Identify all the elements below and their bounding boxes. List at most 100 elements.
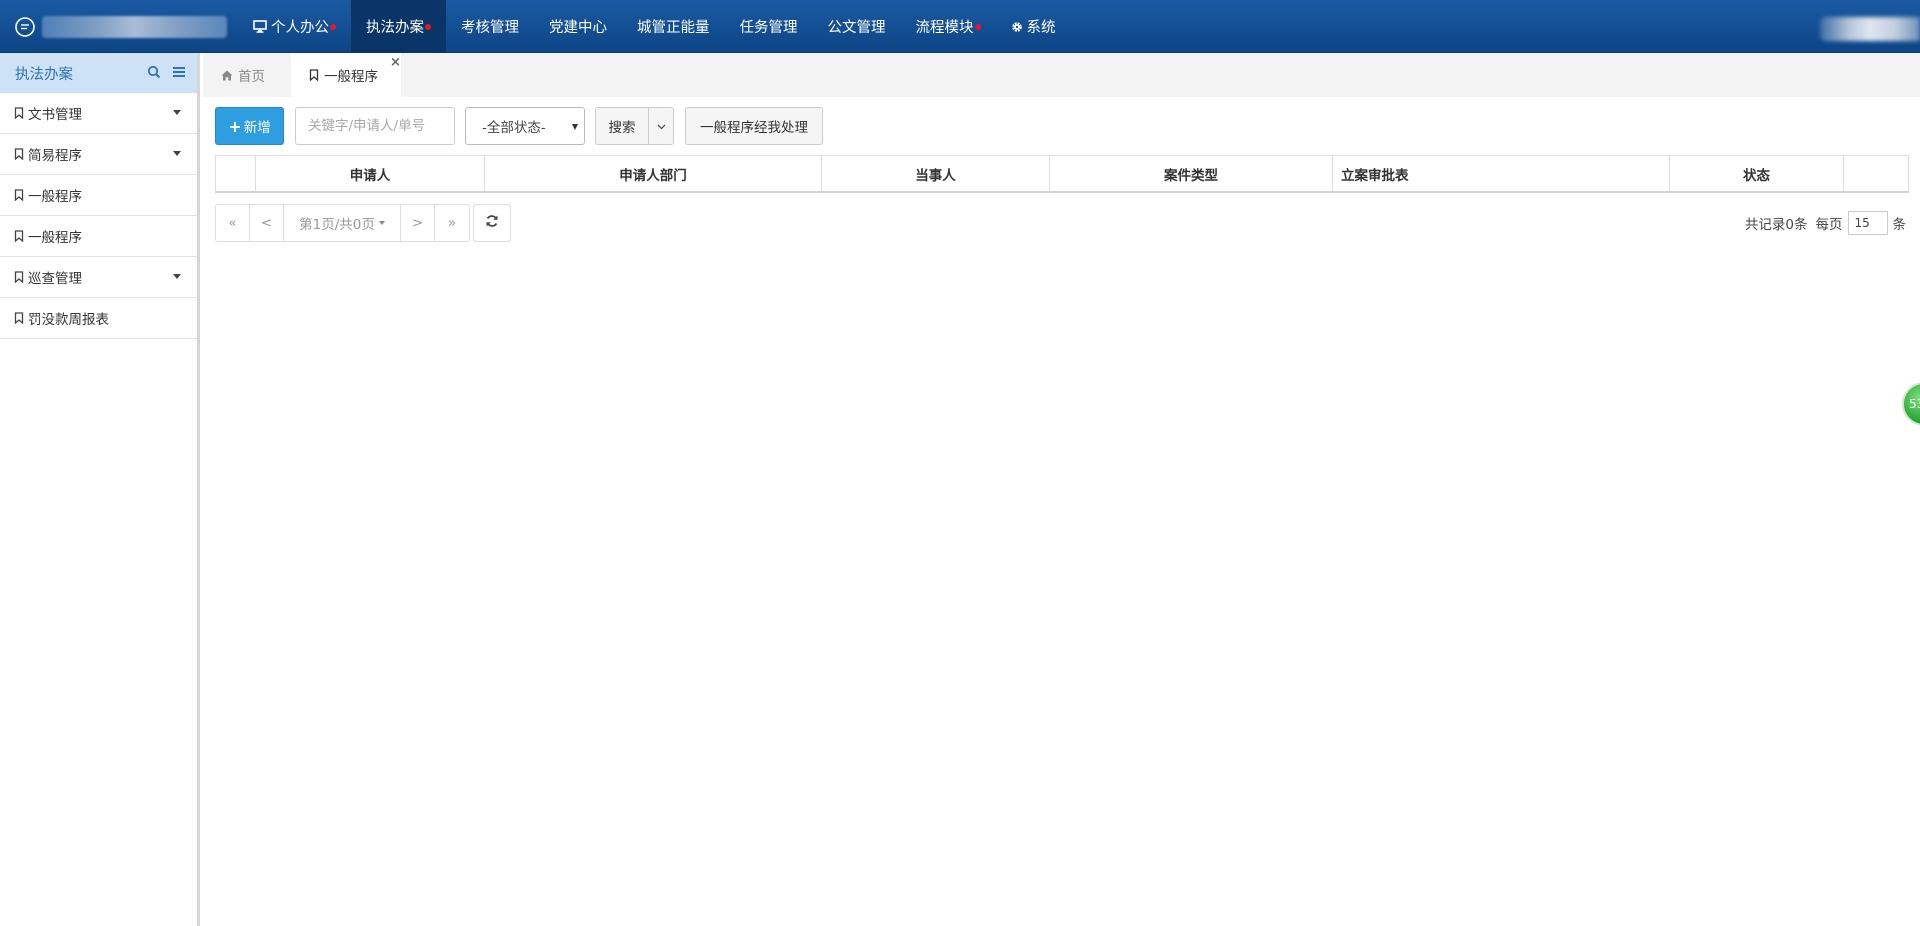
nav-item-law-enforcement[interactable]: 执法办案 <box>351 0 446 53</box>
bookmark-icon <box>14 312 24 324</box>
nav-item-system[interactable]: 系统 <box>996 0 1071 53</box>
search-options-dropdown[interactable] <box>648 107 674 145</box>
nav-item-workflow[interactable]: 流程模块 <box>901 0 996 53</box>
nav-item-personal-office[interactable]: 个人办公 <box>238 0 351 53</box>
column-actions <box>1844 156 1908 191</box>
column-status[interactable]: 状态 <box>1670 156 1844 191</box>
handled-by-me-label: 一般程序经我处理 <box>700 120 808 136</box>
per-page-unit: 条 <box>1892 217 1907 233</box>
sidebar: 执法办案 文书管理 简易程序 一般程序 一般程序 巡查管理 罚没款周报表 <box>0 53 200 926</box>
last-page-button[interactable]: » <box>435 205 469 241</box>
caret-down-icon <box>173 151 181 156</box>
sidebar-item-fine-weekly-report[interactable]: 罚没款周报表 <box>0 298 197 339</box>
sidebar-item-document-management[interactable]: 文书管理 <box>0 93 197 134</box>
main-nav: 个人办公 执法办案 考核管理 党建中心 城管正能量 任务管理 公文管理 流程模块… <box>238 0 1071 53</box>
nav-item-label: 执法办案 <box>366 20 424 36</box>
page-size-input[interactable] <box>1847 211 1888 235</box>
nav-item-label: 系统 <box>1026 20 1056 36</box>
nav-item-document-management[interactable]: 公文管理 <box>813 0 901 53</box>
refresh-button[interactable] <box>473 204 511 242</box>
sidebar-item-label: 文书管理 <box>28 107 82 123</box>
search-input[interactable] <box>295 107 455 145</box>
nav-item-positive-energy[interactable]: 城管正能量 <box>622 0 725 53</box>
nav-item-label: 个人办公 <box>271 20 329 36</box>
nav-item-label: 考核管理 <box>461 20 519 36</box>
bookmark-icon <box>14 189 24 201</box>
column-case-type[interactable]: 案件类型 <box>1050 156 1333 191</box>
tab-general-procedure[interactable]: 一般程序 <box>291 53 401 97</box>
bookmark-icon <box>14 107 24 119</box>
nav-item-label: 城管正能量 <box>637 20 710 36</box>
chevron-down-icon <box>657 118 666 134</box>
nav-item-label: 任务管理 <box>739 20 798 36</box>
data-table-header: 申请人 申请人部门 当事人 案件类型 立案审批表 状态 <box>215 155 1909 193</box>
caret-down-icon <box>378 221 385 225</box>
top-navbar: 个人办公 执法办案 考核管理 党建中心 城管正能量 任务管理 公文管理 流程模块… <box>0 0 1920 53</box>
bookmark-icon <box>14 271 24 283</box>
column-party[interactable]: 当事人 <box>822 156 1050 191</box>
sidebar-item-label: 简易程序 <box>28 148 82 164</box>
brand[interactable] <box>12 14 227 40</box>
tab-label: 一般程序 <box>324 69 378 85</box>
caret-down-icon <box>173 110 181 115</box>
prev-page-button[interactable]: < <box>250 205 284 241</box>
sidebar-item-patrol-management[interactable]: 巡查管理 <box>0 257 197 298</box>
first-page-button[interactable]: « <box>216 205 250 241</box>
nav-item-label: 流程模块 <box>915 20 974 36</box>
nav-item-label: 党建中心 <box>549 20 607 36</box>
bookmark-icon <box>309 69 319 81</box>
caret-down-icon <box>572 124 578 130</box>
sidebar-item-label: 一般程序 <box>28 189 82 205</box>
home-icon <box>221 70 233 81</box>
caret-down-icon <box>173 274 181 279</box>
next-page-button[interactable]: > <box>401 205 435 241</box>
notification-dot <box>330 24 336 30</box>
column-checkbox[interactable] <box>216 156 256 191</box>
sidebar-item-simple-procedure[interactable]: 简易程序 <box>0 134 197 175</box>
plus-icon: + <box>228 116 242 136</box>
per-page-label: 每页 <box>1815 217 1843 233</box>
nav-item-party-center[interactable]: 党建中心 <box>534 0 622 53</box>
tab-strip: 首页 一般程序 × <box>203 53 1920 97</box>
sidebar-title: 执法办案 <box>15 66 73 83</box>
user-profile-redacted[interactable] <box>1820 17 1920 41</box>
nav-item-task-management[interactable]: 任务管理 <box>725 0 813 53</box>
sidebar-item-label: 罚没款周报表 <box>28 312 109 328</box>
refresh-icon <box>485 214 499 232</box>
page-select[interactable]: 第1页/共0页 <box>284 205 401 241</box>
search-button-label: 搜索 <box>608 120 636 136</box>
sidebar-item-general-procedure[interactable]: 一般程序 <box>0 175 197 216</box>
bookmark-icon <box>14 148 24 160</box>
column-applicant-department[interactable]: 申请人部门 <box>485 156 822 191</box>
menu-icon[interactable] <box>172 65 186 83</box>
handled-by-me-button[interactable]: 一般程序经我处理 <box>685 107 823 145</box>
pagination: « < 第1页/共0页 > » <box>215 204 470 242</box>
status-select-value: -全部状态- <box>482 120 546 136</box>
column-applicant[interactable]: 申请人 <box>256 156 485 191</box>
bookmark-icon <box>14 230 24 242</box>
gear-icon <box>1011 21 1023 33</box>
tab-label: 首页 <box>238 69 265 85</box>
add-button-label: 新增 <box>243 120 271 136</box>
tab-home[interactable]: 首页 <box>221 53 265 97</box>
sidebar-item-label: 巡查管理 <box>28 271 82 287</box>
chat-logo-icon <box>12 14 38 40</box>
add-button[interactable]: + 新增 <box>215 107 284 145</box>
sidebar-item-label: 一般程序 <box>28 230 82 246</box>
search-icon[interactable] <box>147 65 161 83</box>
nav-item-label: 公文管理 <box>827 20 886 36</box>
notification-dot <box>974 24 981 30</box>
notification-dot <box>425 24 431 30</box>
tab-close-icon[interactable]: × <box>390 55 401 70</box>
column-filing-approval[interactable]: 立案审批表 <box>1333 156 1670 191</box>
sidebar-header: 执法办案 <box>0 53 197 93</box>
floating-assistant-badge[interactable]: 53 <box>1902 382 1920 426</box>
brand-name-redacted <box>42 16 227 38</box>
monitor-icon <box>253 20 267 33</box>
status-select[interactable]: -全部状态- <box>465 107 585 145</box>
sidebar-item-general-procedure-2[interactable]: 一般程序 <box>0 216 197 257</box>
page-status: 第1页/共0页 <box>299 217 375 233</box>
nav-item-assessment[interactable]: 考核管理 <box>446 0 534 53</box>
page-info: 共记录0条 每页 条 <box>1745 209 1906 237</box>
search-button[interactable]: 搜索 <box>595 107 648 145</box>
